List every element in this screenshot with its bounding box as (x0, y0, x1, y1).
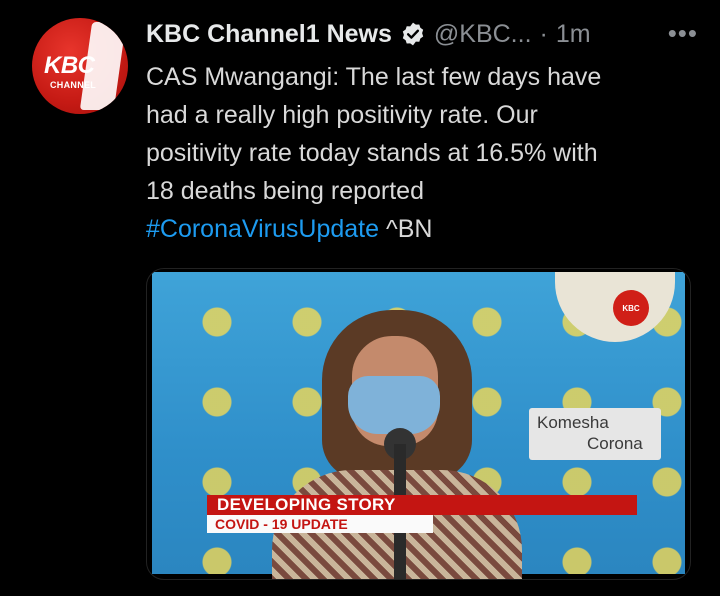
tweet-text-line: CAS Mwangangi: The last few days have (146, 63, 602, 91)
komesha-corona-sign: Komesha Corona (529, 408, 661, 460)
tweet-text-line: had a really high positivity rate. Our (146, 101, 538, 129)
tweet-text: CAS Mwangangi: The last few days have ha… (146, 58, 686, 248)
avatar-logo-subtext: CHANNEL (50, 80, 97, 90)
avatar[interactable]: KBC CHANNEL (32, 18, 128, 114)
sign-line: Corona (587, 434, 643, 453)
channel-logo: KBC (613, 290, 649, 326)
sign-line: Komesha (537, 413, 609, 432)
face-mask (348, 376, 440, 434)
hashtag-link[interactable]: #CoronaVirusUpdate (146, 215, 379, 243)
tweet-text-line: #CoronaVirusUpdate ^BN (146, 210, 686, 248)
tweet-text-line: 18 deaths being reported (146, 177, 424, 205)
banner-main: DEVELOPING STORY (207, 495, 637, 515)
author-name[interactable]: KBC Channel1 News (146, 20, 392, 49)
tweet-timestamp[interactable]: 1m (556, 20, 591, 49)
author-handle[interactable]: @KBC... (434, 20, 532, 49)
tweet-text-line: positivity rate today stands at 16.5% wi… (146, 139, 598, 167)
verified-badge-icon (402, 22, 424, 46)
avatar-logo-text: KBC (44, 52, 95, 79)
tweet-suffix: ^BN (379, 215, 433, 243)
media-attachment[interactable]: KBC Komesha Corona DEVELOPING STORY COVI… (146, 268, 691, 580)
video-frame: KBC Komesha Corona DEVELOPING STORY COVI… (152, 272, 685, 579)
more-options-icon[interactable]: ••• (668, 18, 698, 49)
tweet-header: KBC Channel1 News @KBC... · 1m ••• (146, 14, 700, 54)
banner-sub: COVID - 19 UPDATE (207, 515, 433, 533)
separator-dot: · (539, 19, 548, 48)
news-banner: DEVELOPING STORY COVID - 19 UPDATE (207, 495, 637, 533)
